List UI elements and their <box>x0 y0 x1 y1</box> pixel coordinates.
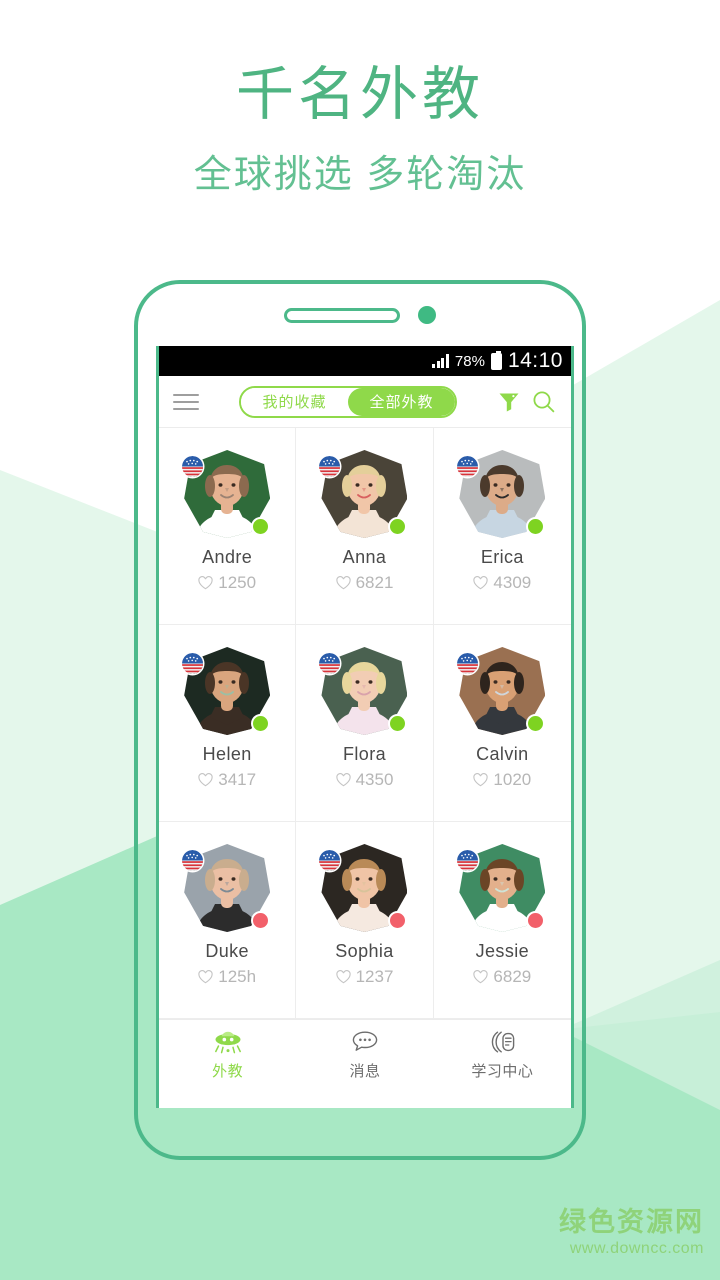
teacher-likes: 125h <box>198 967 256 987</box>
app-bar: 我的收藏 全部外教 <box>159 376 571 428</box>
teacher-name: Helen <box>202 744 252 764</box>
heart-icon <box>473 773 489 787</box>
avatar <box>319 844 408 932</box>
us-flag-icon <box>182 653 204 674</box>
tab-study-center[interactable]: 学习中心 <box>434 1028 571 1081</box>
teacher-name: Erica <box>480 547 524 567</box>
avatar <box>319 450 408 538</box>
speaker-slot-icon <box>284 307 400 323</box>
teacher-name: Duke <box>205 941 249 961</box>
status-dot <box>390 716 406 731</box>
avatar <box>182 647 271 735</box>
teacher-likes: 3417 <box>198 770 256 790</box>
us-flag-icon <box>182 850 204 871</box>
heart-icon <box>198 970 213 984</box>
heart-icon <box>473 576 489 590</box>
status-dot <box>253 913 269 928</box>
front-camera-icon <box>418 306 436 324</box>
promo-block: 千名外教 全球挑选 多轮淘汰 <box>0 0 720 198</box>
teacher-likes: 1250 <box>198 573 256 593</box>
heart-icon <box>335 970 351 984</box>
teacher-likes: 1020 <box>473 770 531 790</box>
teacher-card[interactable]: Sophia 1237 <box>296 822 434 1019</box>
battery-icon <box>490 350 502 370</box>
teacher-likes-count: 1020 <box>493 770 532 789</box>
watermark-url: www.downcc.com <box>569 1239 704 1257</box>
teacher-name: Anna <box>342 547 387 567</box>
signal-bars-icon <box>432 354 449 368</box>
status-dot <box>390 519 406 534</box>
chat-icon <box>352 1031 378 1051</box>
status-dot <box>528 519 544 534</box>
watermark-name: 绿色资源网 <box>559 1206 704 1237</box>
document-icon <box>492 1031 515 1052</box>
teacher-card[interactable]: Flora 4350 <box>296 625 434 822</box>
teacher-name: Jessie <box>475 941 530 961</box>
teacher-name: Andre <box>202 547 253 567</box>
status-dot <box>390 913 406 928</box>
status-dot <box>528 716 544 731</box>
status-bar: 78% 14:10 <box>159 346 571 376</box>
teacher-card[interactable]: Erica 4309 <box>433 428 571 625</box>
phone-screen: 78% 14:10 我的收藏 全部外教 Andre 1250 Anna 6821… <box>156 346 574 1108</box>
avatar <box>182 450 271 538</box>
teacher-likes: 1237 <box>335 967 394 987</box>
tab-teachers[interactable]: 外教 <box>159 1028 296 1081</box>
search-icon[interactable] <box>531 389 557 415</box>
tab-study-center-label: 学习中心 <box>471 1062 534 1080</box>
teacher-likes-count: 6821 <box>355 573 394 592</box>
status-dot <box>253 716 269 731</box>
avatar <box>182 844 271 932</box>
teacher-likes-count: 4350 <box>355 770 394 789</box>
teacher-card[interactable]: Anna 6821 <box>296 428 434 625</box>
status-clock: 14:10 <box>507 349 563 372</box>
filter-funnel-icon[interactable] <box>497 390 521 414</box>
tab-teachers-label: 外教 <box>212 1062 244 1080</box>
teacher-likes-count: 3417 <box>218 770 257 789</box>
teacher-card[interactable]: Calvin 1020 <box>433 625 571 822</box>
avatar <box>457 844 546 932</box>
teacher-name: Calvin <box>476 744 529 764</box>
heart-icon <box>335 576 351 590</box>
teacher-card[interactable]: Duke 125h <box>159 822 297 1019</box>
teacher-likes: 4309 <box>473 573 531 593</box>
teacher-likes-count: 125h <box>218 967 257 986</box>
teacher-likes-count: 1250 <box>218 573 257 592</box>
phone-top-hardware <box>138 284 582 346</box>
bottom-tab-bar: 外教 消息 学习中心 <box>159 1019 571 1088</box>
tab-my-favorites[interactable]: 我的收藏 <box>241 387 348 416</box>
teacher-likes-count: 6829 <box>493 967 532 986</box>
tab-all-teachers[interactable]: 全部外教 <box>348 387 455 416</box>
teacher-grid: Andre 1250 Anna 6821 Erica 4309 Helen 34… <box>159 428 571 1019</box>
tab-messages-label: 消息 <box>349 1062 381 1080</box>
promo-subtitle: 全球挑选 多轮淘汰 <box>193 153 527 196</box>
heart-icon <box>335 773 351 787</box>
teacher-card[interactable]: Andre 1250 <box>159 428 297 625</box>
teacher-likes: 6821 <box>335 573 394 593</box>
teacher-likes-count: 4309 <box>493 573 532 592</box>
teacher-card[interactable]: Jessie 6829 <box>433 822 571 1019</box>
site-watermark: 绿色资源网 www.downcc.com <box>559 1207 704 1258</box>
segmented-toggle[interactable]: 我的收藏 全部外教 <box>239 385 457 418</box>
heart-icon <box>198 773 213 787</box>
ufo-icon <box>214 1031 241 1053</box>
teacher-likes: 4350 <box>335 770 394 790</box>
battery-percent-label: 78% <box>454 352 485 370</box>
promo-title: 千名外教 <box>235 62 484 127</box>
heart-icon <box>198 576 213 590</box>
avatar <box>457 450 546 538</box>
teacher-likes: 6829 <box>473 967 531 987</box>
heart-icon <box>473 970 489 984</box>
status-dot <box>253 519 269 534</box>
teacher-name: Sophia <box>335 941 394 961</box>
avatar <box>457 647 546 735</box>
tab-messages[interactable]: 消息 <box>296 1028 433 1081</box>
status-dot <box>528 913 544 928</box>
teacher-card[interactable]: Helen 3417 <box>159 625 297 822</box>
us-flag-icon <box>182 456 204 477</box>
hamburger-menu-icon[interactable] <box>173 393 199 410</box>
teacher-name: Flora <box>342 744 386 764</box>
teacher-likes-count: 1237 <box>355 967 394 986</box>
avatar <box>319 647 408 735</box>
